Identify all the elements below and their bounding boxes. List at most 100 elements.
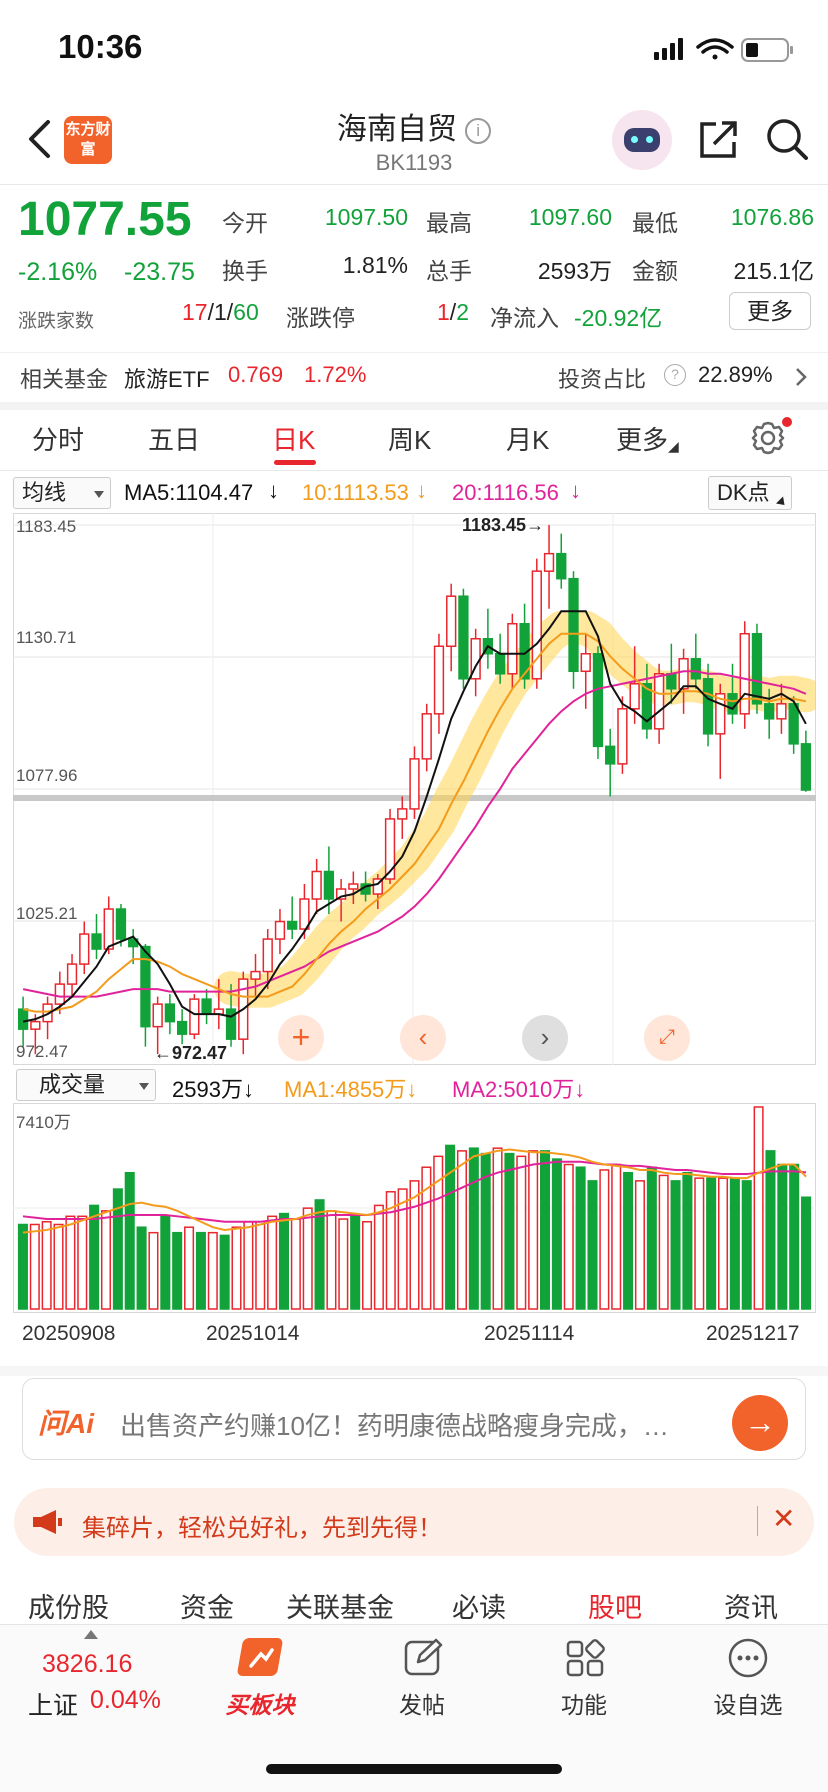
nav-buy-sector[interactable]: 买板块 [200, 1686, 320, 1720]
volume-chart-svg [13, 1103, 816, 1313]
volume-bar [207, 1231, 218, 1310]
active-tab-indicator [274, 460, 316, 465]
subtab-forum[interactable]: 股吧 [588, 1586, 642, 1625]
y-tick-5: 972.47 [16, 1042, 68, 1061]
volume-bar [694, 1177, 705, 1310]
battery-icon [741, 38, 793, 62]
volume-bar [53, 1223, 64, 1310]
more-button[interactable]: 更多 [729, 292, 811, 330]
candle [446, 583, 457, 672]
ma10-down-arrow-icon: ↓ [416, 478, 427, 503]
date-label-1: 20250908 [22, 1322, 116, 1345]
candle [568, 571, 579, 689]
zoom-in-button[interactable]: + [278, 1015, 324, 1061]
more-options-icon[interactable] [726, 1636, 770, 1680]
buy-sector-icon[interactable] [234, 1636, 284, 1680]
related-fund-price: 0.769 [228, 362, 284, 387]
fullscreen-button[interactable]: ⤢ [644, 1015, 690, 1061]
wifi-icon [696, 38, 734, 60]
volume-bar [563, 1163, 574, 1310]
low-marker: ←972.47 [154, 1043, 228, 1063]
expand-up-icon[interactable] [84, 1630, 98, 1639]
ma10-value: 10:1113.53 [302, 480, 409, 505]
invest-ratio-label: 投资占比 [558, 367, 647, 392]
volume-bar [516, 1155, 527, 1310]
indicator-select[interactable]: 均线 [13, 477, 111, 509]
volume-bar [29, 1223, 40, 1310]
updown-count-label: 涨跌家数 [18, 311, 95, 332]
subtab-news[interactable]: 资讯 [724, 1586, 778, 1625]
help-icon[interactable]: ? [664, 364, 686, 386]
nav-post[interactable]: 发帖 [362, 1686, 482, 1720]
kline-chart[interactable] [13, 513, 823, 1065]
tab-five-day[interactable]: 五日 [148, 420, 200, 457]
functions-grid-icon[interactable] [564, 1636, 608, 1680]
candle [66, 954, 78, 997]
index-name[interactable]: 上证 [28, 1686, 78, 1722]
volume-ma2-value: MA2:5010万 [452, 1077, 575, 1102]
tab-daily-k[interactable]: 日K [272, 420, 315, 457]
dk-point-select[interactable]: DK点 [708, 476, 792, 510]
nav-functions[interactable]: 功能 [524, 1686, 644, 1720]
volume-bar [89, 1204, 100, 1310]
volume-bar [409, 1180, 420, 1310]
search-icon[interactable] [764, 116, 810, 162]
subtab-related-fund[interactable]: 关联基金 [286, 1586, 394, 1625]
candle [397, 796, 408, 839]
tab-intraday[interactable]: 分时 [32, 420, 84, 457]
volume-bar [682, 1171, 693, 1310]
pan-right-button[interactable]: › [522, 1015, 568, 1061]
share-icon[interactable] [698, 118, 738, 160]
date-label-4: 20251217 [706, 1322, 800, 1345]
volume-bar [670, 1180, 681, 1310]
volume-bar [504, 1152, 515, 1310]
ma20-value: 20:1116.56 [452, 480, 559, 505]
volume-bar [777, 1163, 788, 1310]
related-fund-name[interactable]: 旅游ETF [124, 362, 210, 394]
chevron-right-icon[interactable] [794, 366, 808, 388]
volume-bar [243, 1221, 254, 1310]
tab-monthly-k[interactable]: 月K [506, 420, 549, 457]
volume-bar [528, 1150, 539, 1310]
low-label: 最低 [632, 210, 678, 236]
y-tick-2: 1130.71 [16, 628, 77, 647]
subtab-must-read[interactable]: 必读 [452, 1586, 506, 1625]
candle [727, 663, 738, 724]
volume-bar [267, 1215, 278, 1310]
ai-prompt-text[interactable]: 出售资产约赚10亿！药明康德战略瘦身完成，… [120, 1406, 720, 1443]
volume-bar [658, 1174, 669, 1310]
ai-submit-arrow-icon[interactable]: → [732, 1395, 788, 1451]
index-value[interactable]: 3826.16 [42, 1650, 132, 1679]
nav-add-watchlist[interactable]: 设自选 [688, 1686, 808, 1720]
caret-icon: ◢ [668, 438, 679, 454]
status-time: 10:36 [58, 28, 143, 65]
volume-ma2: MA2:5010万↓ [452, 1077, 586, 1102]
ai-logo: 问Ai [38, 1408, 95, 1439]
candle [617, 696, 628, 774]
tab-more[interactable]: 更多◢ [616, 420, 679, 457]
volume-bar [195, 1231, 206, 1310]
settings-gear-icon[interactable] [750, 416, 792, 458]
subtab-capital[interactable]: 资金 [180, 1586, 234, 1625]
high-value: 1097.60 [528, 204, 612, 230]
change-amount: -23.75 [124, 258, 195, 286]
volume-bar [717, 1177, 729, 1310]
volume-bar [551, 1158, 562, 1310]
candle [482, 608, 494, 669]
compose-post-icon[interactable] [402, 1636, 446, 1680]
volume-bar [623, 1171, 634, 1310]
candle [556, 533, 567, 589]
candle [531, 558, 542, 689]
robot-assistant-icon[interactable] [612, 110, 672, 170]
volume-bar [397, 1188, 408, 1310]
volume-chart[interactable] [13, 1103, 816, 1313]
info-icon[interactable]: i [465, 118, 492, 144]
index-pct[interactable]: 0.04% [90, 1686, 161, 1715]
tab-weekly-k[interactable]: 周K [388, 420, 431, 457]
volume-bar [326, 1210, 337, 1310]
pan-left-button[interactable]: ‹ [400, 1015, 446, 1061]
netflow-value: -20.92亿 [574, 305, 663, 331]
volume-indicator-select[interactable]: 成交量 [16, 1069, 156, 1101]
close-icon[interactable]: ✕ [772, 1502, 795, 1535]
subtab-constituents[interactable]: 成份股 [28, 1586, 109, 1625]
